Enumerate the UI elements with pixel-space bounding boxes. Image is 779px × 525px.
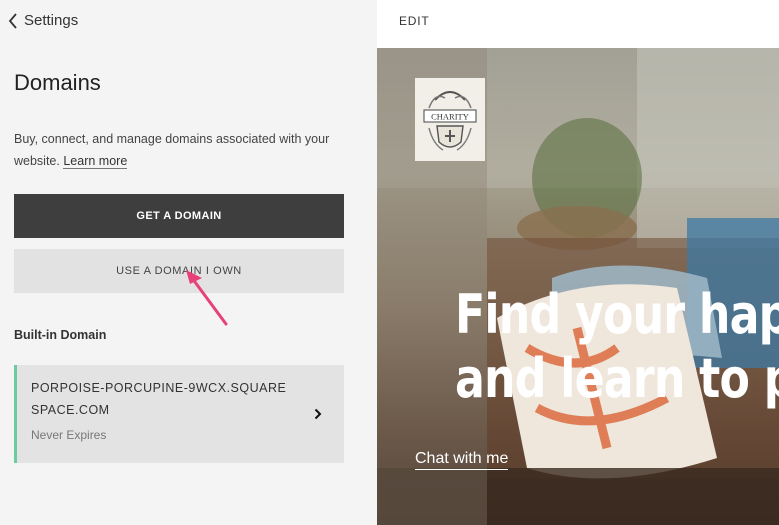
settings-panel: Settings Domains Buy, connect, and manag… xyxy=(0,0,377,525)
edit-button[interactable]: EDIT xyxy=(399,14,430,28)
pointer-arrow-annotation xyxy=(180,266,230,333)
charity-logo[interactable]: CHARITY xyxy=(415,78,485,161)
chat-with-me-link[interactable]: Chat with me xyxy=(415,450,509,470)
chevron-left-icon xyxy=(8,12,18,29)
domain-name: PORPOISE-PORCUPINE-9WCX.SQUARESPACE.COM xyxy=(31,381,287,417)
back-to-settings-button[interactable]: Settings xyxy=(8,12,78,29)
page-title: Domains xyxy=(14,70,101,95)
headline-line-2: and learn to pu xyxy=(455,347,779,410)
description-text: Buy, connect, and manage domains associa… xyxy=(14,132,330,168)
svg-text:CHARITY: CHARITY xyxy=(431,112,469,122)
learn-more-link[interactable]: Learn more xyxy=(63,154,128,169)
built-in-domain-heading: Built-in Domain xyxy=(14,328,107,342)
domains-description: Buy, connect, and manage domains associa… xyxy=(14,128,344,172)
hero-headline: Find your happ and learn to pu xyxy=(455,283,779,411)
headline-line-1: Find your happ xyxy=(455,283,779,346)
get-a-domain-button[interactable]: GET A DOMAIN xyxy=(14,194,344,238)
chevron-right-icon xyxy=(314,407,322,425)
built-in-domain-item[interactable]: PORPOISE-PORCUPINE-9WCX.SQUARESPACE.COM … xyxy=(14,365,344,463)
domain-expiry: Never Expires xyxy=(31,428,107,442)
back-label: Settings xyxy=(24,12,79,29)
site-preview: EDIT CHARITY Find your ha and learn to C… xyxy=(377,0,779,525)
use-a-domain-i-own-button[interactable]: USE A DOMAIN I OWN xyxy=(14,249,344,293)
preview-toolbar: EDIT xyxy=(377,0,779,48)
hero-section: CHARITY Find your happ and learn to pu C… xyxy=(377,48,779,525)
